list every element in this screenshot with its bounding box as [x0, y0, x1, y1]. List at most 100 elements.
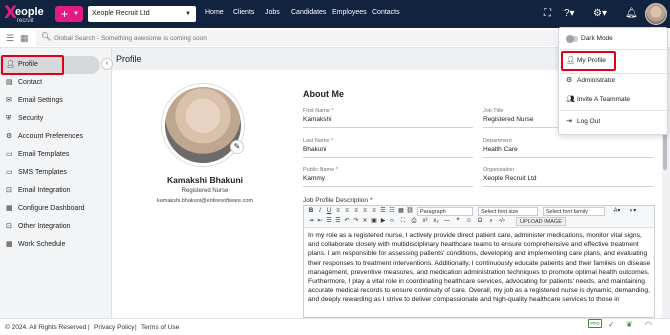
- field-value[interactable]: Kamakshi: [303, 116, 332, 123]
- department-field[interactable]: Department Health Care: [483, 138, 653, 158]
- field-value[interactable]: Registered Nurse: [483, 116, 534, 123]
- outdent-icon[interactable]: ⇤: [316, 217, 324, 226]
- indent-icon[interactable]: ⇥: [307, 217, 315, 226]
- field-value[interactable]: Kammy: [303, 175, 325, 182]
- menu-item-label: Log Out: [577, 118, 601, 125]
- company-select-value: Xeople Recruit Ltd: [92, 10, 150, 17]
- gear-icon[interactable]: ⚙▾: [593, 7, 607, 21]
- nav-contacts[interactable]: Contacts: [372, 9, 400, 16]
- xeople-logo[interactable]: X eople recruit: [4, 3, 50, 26]
- font-family-select[interactable]: Select font family: [543, 207, 605, 216]
- terms-link[interactable]: Terms of Use: [141, 319, 179, 335]
- last-name-field[interactable]: Last Name * Bhakuni: [303, 138, 473, 158]
- redo-icon[interactable]: ↷: [352, 217, 360, 226]
- nav-candidates[interactable]: Candidates: [291, 9, 326, 16]
- help-icon[interactable]: ?▾: [564, 7, 575, 21]
- strikethrough-button[interactable]: ≡: [334, 207, 342, 216]
- outdent-list-icon[interactable]: ☰: [334, 217, 342, 226]
- clear-format-icon[interactable]: ✕: [361, 217, 369, 226]
- menu-item-invite[interactable]: 👥︎ Invite A Teammate: [559, 92, 667, 108]
- editor-content[interactable]: In my role as a registered nurse, I acti…: [308, 231, 652, 317]
- first-name-field[interactable]: First Name * Kamakshi: [303, 108, 473, 128]
- toggle-switch[interactable]: [566, 35, 578, 43]
- sidebar-item-account-preferences[interactable]: ⚙ Account Preferences: [0, 128, 112, 146]
- fullscreen-icon[interactable]: ⛶: [544, 7, 551, 21]
- plug-icon: ⊡: [6, 187, 12, 194]
- sidebar-item-label: SMS Templates: [18, 169, 67, 176]
- justify-icon[interactable]: ≡: [370, 207, 378, 216]
- link-icon[interactable]: ⛓: [406, 207, 414, 216]
- nav-home[interactable]: Home: [205, 9, 224, 16]
- ordered-list-icon[interactable]: ☷: [388, 207, 396, 216]
- nav-clients[interactable]: Clients: [233, 9, 254, 16]
- paragraph-select[interactable]: Paragraph: [417, 207, 473, 216]
- sidebar-item-security[interactable]: ⛨ Security: [0, 110, 112, 128]
- subscript-icon[interactable]: x₂: [432, 217, 440, 226]
- menu-item-logout[interactable]: ⇥ Log Out: [559, 114, 667, 130]
- sidebar-item-email-templates[interactable]: ▭ Email Templates: [0, 146, 112, 164]
- global-search[interactable]: 🔍︎: [36, 30, 556, 46]
- align-right-icon[interactable]: ≡: [361, 207, 369, 216]
- bold-button[interactable]: B: [307, 207, 315, 216]
- sms-icon: ▭: [6, 169, 13, 176]
- underline-button[interactable]: U: [325, 207, 333, 216]
- calendar-icon: ▦: [6, 241, 13, 248]
- special-char-icon[interactable]: Ω: [476, 217, 484, 226]
- sidebar-item-work-schedule[interactable]: ▦ Work Schedule: [0, 236, 112, 254]
- logout-icon: ⇥: [566, 118, 572, 125]
- source-icon[interactable]: ‹/›: [498, 217, 506, 226]
- dark-mode-toggle[interactable]: Dark Mode: [559, 31, 667, 47]
- table-icon[interactable]: ▦: [397, 207, 405, 216]
- privacy-policy-link[interactable]: Privacy Policy: [94, 319, 134, 335]
- public-name-field[interactable]: Public Name * Kammy: [303, 167, 473, 187]
- sidebar-item-email-integration[interactable]: ⊡ Email Integration: [0, 182, 112, 200]
- align-left-icon[interactable]: ≡: [343, 207, 351, 216]
- highlight-color-icon[interactable]: ◐▾: [626, 207, 640, 216]
- image-icon[interactable]: ▣: [370, 217, 378, 226]
- nav-jobs[interactable]: Jobs: [265, 9, 280, 16]
- highlight-box-profile: [1, 55, 64, 75]
- sidebar-item-email-settings[interactable]: ✉ Email Settings: [0, 92, 112, 110]
- nav-employees[interactable]: Employees: [332, 9, 367, 16]
- superscript-icon[interactable]: x²: [421, 217, 429, 226]
- list-icon[interactable]: ☰: [379, 207, 387, 216]
- hr-icon[interactable]: ―: [443, 217, 451, 226]
- plug-icon: ⊡: [6, 223, 12, 230]
- video-icon[interactable]: ▶: [379, 217, 387, 226]
- sidebar-item-other-integration[interactable]: ⊡ Other Integration: [0, 218, 112, 236]
- quick-add-button[interactable]: + ▼: [55, 6, 83, 22]
- list-view-icon[interactable]: ☰: [6, 32, 18, 44]
- field-label: Organisation: [483, 167, 515, 173]
- grid-view-icon[interactable]: ▦: [20, 32, 32, 44]
- sidebar-item-configure-dashboard[interactable]: ▦ Configure Dashboard: [0, 200, 112, 218]
- font-size-select[interactable]: Select font size: [478, 207, 538, 216]
- text-color-icon[interactable]: A▾: [610, 207, 624, 216]
- edit-photo-icon[interactable]: ✎: [230, 140, 244, 154]
- field-value[interactable]: Health Care: [483, 146, 518, 153]
- job-description-label: Job Profile Description *: [303, 197, 373, 204]
- user-avatar[interactable]: [645, 3, 667, 25]
- field-value[interactable]: Xeople Recruit Ltd: [483, 175, 536, 182]
- collapse-sidebar-button[interactable]: ‹: [101, 58, 113, 70]
- organisation-field[interactable]: Organisation Xeople Recruit Ltd: [483, 167, 653, 187]
- bell-icon[interactable]: 🔔︎: [625, 7, 638, 21]
- indent-list-icon[interactable]: ☰: [325, 217, 333, 226]
- align-center-icon[interactable]: ≡: [352, 207, 360, 216]
- emoji-icon[interactable]: ☺: [465, 217, 473, 226]
- print-icon[interactable]: ⎙: [410, 217, 418, 226]
- rich-text-editor[interactable]: B I U ≡ ≡ ≡ ≡ ≡ ☰ ☷ ▦ ⛓ Paragraph Select…: [303, 205, 655, 318]
- sidebar-item-sms-templates[interactable]: ▭ SMS Templates: [0, 164, 112, 182]
- copyright-text: © 2024. All Rights Reserved: [5, 324, 87, 331]
- search-replace-icon[interactable]: ⌕: [487, 217, 495, 226]
- search-input[interactable]: [54, 32, 534, 44]
- fullscreen-editor-icon[interactable]: ⛶: [399, 217, 407, 226]
- company-select[interactable]: Xeople Recruit Ltd ▼: [88, 6, 196, 22]
- code-icon[interactable]: ‹›: [388, 217, 396, 226]
- italic-button[interactable]: I: [316, 207, 324, 216]
- field-value[interactable]: Bhakuni: [303, 146, 327, 153]
- sidebar-item-contact[interactable]: ▤ Contact: [0, 74, 112, 92]
- upload-image-button[interactable]: UPLOAD IMAGE: [516, 217, 566, 226]
- quote-icon[interactable]: ❝: [454, 217, 462, 226]
- menu-item-administrator[interactable]: ⚙ Administrator: [559, 73, 667, 89]
- undo-icon[interactable]: ↶: [343, 217, 351, 226]
